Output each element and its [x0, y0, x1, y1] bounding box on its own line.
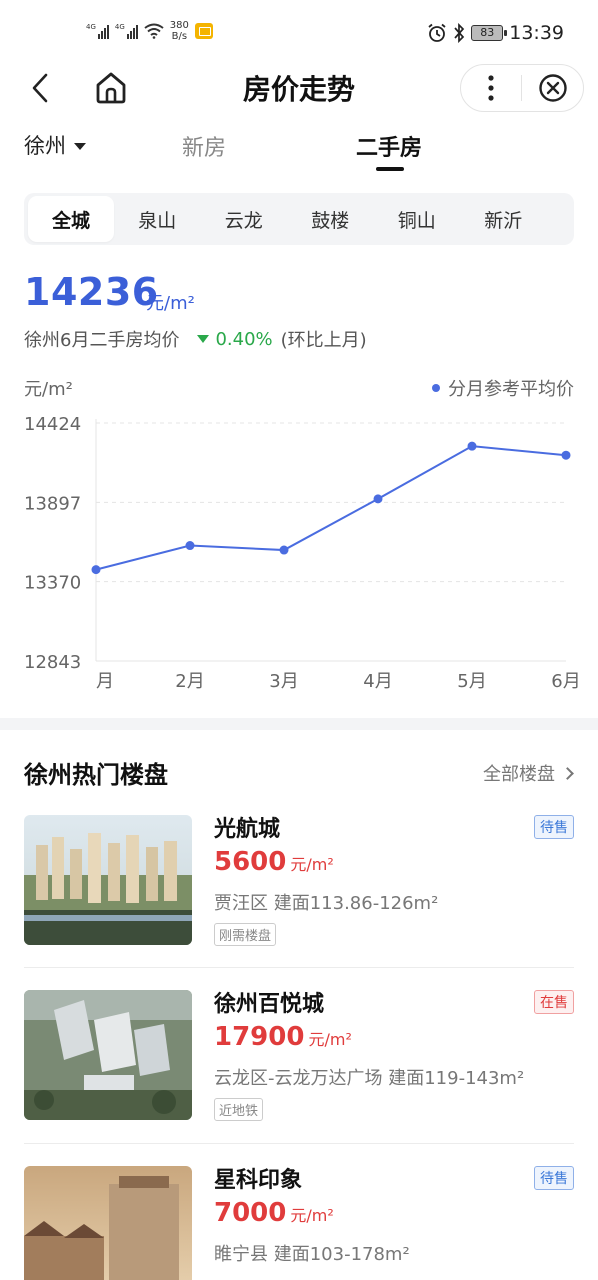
listing-image — [24, 990, 192, 1120]
district-tab-all[interactable]: 全城 — [28, 196, 114, 242]
city-name: 徐州 — [24, 134, 66, 158]
listing-tag: 近地铁 — [214, 1098, 264, 1121]
data-point — [185, 541, 195, 551]
listing-image — [24, 1166, 192, 1280]
price-description-text: 徐州6月二手房均价 — [24, 330, 180, 351]
close-button[interactable] — [522, 65, 583, 111]
data-point — [467, 441, 477, 451]
status-badge: 待售 — [534, 815, 574, 839]
listing-card[interactable]: 光航城 待售 5600 元/m² 贾汪区 建面113.86-126m² 刚需楼盘 — [24, 815, 574, 973]
x-tick-label: 6月 — [551, 671, 580, 692]
legend-dot-icon — [432, 384, 440, 392]
listing-location: 睢宁县 建面103-178m² — [214, 1244, 410, 1265]
price-trend-chart: 14424 13897 13370 12843 月 2月 3月 4月 5月 6月 — [24, 414, 581, 692]
listing-price-unit: 元/m² — [290, 1206, 334, 1225]
data-point — [373, 494, 383, 504]
data-point — [279, 545, 289, 555]
chart-y-unit: 元/m² — [24, 379, 73, 400]
network-speed: 380 B/s — [170, 20, 189, 42]
listing-card[interactable]: 星科印象 待售 7000 元/m² 睢宁县 建面103-178m² — [24, 1166, 574, 1280]
y-tick-label: 14424 — [24, 414, 81, 435]
network-label-1: 4G — [86, 23, 96, 31]
all-listings-label: 全部楼盘 — [483, 764, 555, 785]
x-tick-label: 2月 — [175, 671, 204, 692]
listing-price: 5600 元/m² — [214, 847, 334, 877]
x-tick-label: 3月 — [269, 671, 298, 692]
signal-icon-1: 4G — [86, 23, 109, 39]
active-tab-indicator — [376, 167, 404, 171]
district-tab-more[interactable] — [547, 196, 567, 242]
listing-divider — [24, 967, 574, 968]
tab-second-hand[interactable]: 二手房 — [356, 130, 422, 162]
x-tick-label: 5月 — [457, 671, 486, 692]
listing-price: 17900 元/m² — [214, 1022, 352, 1052]
listing-name: 徐州百悦城 — [214, 992, 325, 1017]
status-badge: 待售 — [534, 1166, 574, 1190]
more-button[interactable] — [461, 65, 521, 111]
listing-location: 贾汪区 建面113.86-126m² — [214, 893, 439, 914]
district-tab-quanshan[interactable]: 泉山 — [114, 196, 201, 242]
speed-value: 380 — [169, 20, 189, 31]
listing-card[interactable]: 徐州百悦城 在售 17900 元/m² 云龙区-云龙万达广场 建面119-143m… — [24, 990, 574, 1148]
listing-location: 云龙区-云龙万达广场 建面119-143m² — [214, 1068, 525, 1089]
hot-listings-title: 徐州热门楼盘 — [24, 761, 168, 789]
listing-price: 7000 元/m² — [214, 1198, 334, 1228]
chevron-right-icon — [561, 766, 574, 780]
clock: 13:39 — [509, 22, 564, 44]
speed-unit: B/s — [171, 31, 188, 42]
all-listings-link[interactable]: 全部楼盘 — [483, 760, 574, 786]
chart-legend: 分月参考平均价 — [432, 375, 574, 401]
battery-icon: 83 — [471, 25, 508, 41]
close-circle-icon — [538, 74, 567, 102]
price-change-note: (环比上月) — [280, 330, 367, 351]
y-tick-label: 13897 — [24, 493, 81, 514]
district-tab-gulou[interactable]: 鼓楼 — [287, 196, 374, 242]
listing-price-unit: 元/m² — [290, 855, 334, 874]
bluetooth-icon — [454, 23, 465, 43]
y-tick-label: 13370 — [24, 573, 81, 594]
price-description: 徐州6月二手房均价 0.40% (环比上月) — [24, 326, 367, 352]
listing-price-unit: 元/m² — [308, 1030, 352, 1049]
message-notification-icon — [194, 23, 213, 39]
listing-price-value: 17900 — [214, 1022, 305, 1052]
listing-price-value: 7000 — [214, 1198, 287, 1228]
data-point — [91, 565, 101, 575]
wifi-icon — [144, 23, 164, 39]
legend-label: 分月参考平均价 — [448, 379, 574, 400]
status-left: 4G 4G 380 B/s — [86, 20, 213, 42]
x-tick-label: 4月 — [363, 671, 392, 692]
tab-new-house[interactable]: 新房 — [182, 130, 226, 162]
listing-name: 星科印象 — [214, 1168, 303, 1193]
network-label-2: 4G — [114, 23, 125, 31]
status-badge: 在售 — [534, 990, 574, 1014]
section-divider — [0, 718, 598, 730]
series-line — [95, 445, 567, 571]
district-tab-tongshan[interactable]: 铜山 — [374, 196, 461, 242]
city-selector[interactable]: 徐州 — [24, 130, 86, 160]
status-right: 83 13:39 — [427, 22, 564, 44]
average-price: 14236 — [24, 270, 159, 314]
listing-image — [24, 815, 192, 945]
price-change: 0.40% — [215, 328, 273, 350]
district-tab-bar: 全城 泉山 云龙 鼓楼 铜山 新沂 — [24, 193, 574, 245]
listing-price-value: 5600 — [214, 847, 287, 877]
caret-down-icon — [74, 142, 86, 150]
district-tab-xinyi[interactable]: 新沂 — [460, 196, 547, 242]
data-point — [561, 450, 571, 460]
price-unit: 元/m² — [146, 293, 195, 314]
nav-bar: 房价走势 — [0, 62, 598, 116]
listing-name: 光航城 — [214, 817, 281, 842]
signal-icon-2: 4G — [115, 23, 138, 39]
x-tick-label: 月 — [96, 671, 114, 692]
district-tab-yunlong[interactable]: 云龙 — [201, 196, 288, 242]
alarm-icon — [428, 23, 446, 42]
arrow-down-icon — [197, 335, 210, 343]
y-tick-label: 12843 — [24, 652, 81, 673]
more-dots-icon — [488, 75, 494, 101]
status-bar: 4G 4G 380 B/s 83 13:39 — [0, 0, 598, 62]
listing-tag: 刚需楼盘 — [214, 923, 277, 946]
mini-program-capsule — [460, 64, 584, 112]
listing-divider — [24, 1143, 574, 1144]
